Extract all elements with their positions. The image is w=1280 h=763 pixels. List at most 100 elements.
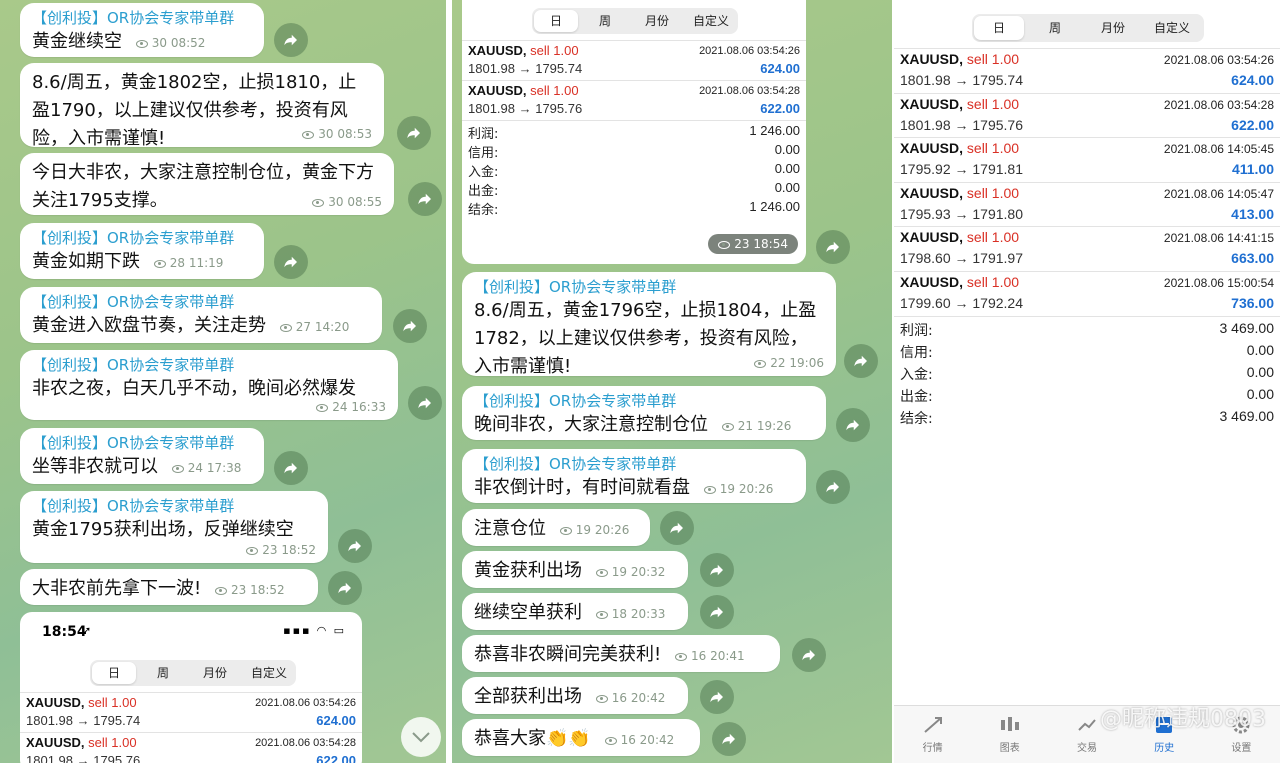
forward-icon[interactable] [328,571,362,605]
message-bubble[interactable]: 8.6/周五，黄金1802空，止损1810，止盈1790，以上建议仅供参考，投资… [20,63,384,149]
summary-row: 出金: 0.00 [900,386,1274,405]
tab-custom[interactable]: 自定义 [684,8,738,34]
forward-icon[interactable] [397,116,431,150]
tab-week[interactable]: 周 [1026,14,1084,42]
message-bubble[interactable]: 【创利投】OR协会专家带单群 8.6/周五，黄金1796空，止损1804，止盈1… [462,272,836,377]
forward-icon[interactable] [393,309,427,343]
period-tabs[interactable]: 日 周 月份 自定义 [532,8,738,34]
message-text: 注意仓位 [474,518,546,539]
trade-row[interactable]: XAUUSD, sell 1.00 2021.08.06 15:00:54 1799… [894,270,1280,315]
message-bubble[interactable]: 全部获利出场 16 20:42 [462,677,688,714]
forward-icon[interactable] [792,638,826,672]
trade-date: 2021.08.06 03:54:26 [699,45,800,57]
tab-day[interactable]: 日 [92,662,136,684]
views-eye-icon [595,610,608,619]
tab-month[interactable]: 月份 [630,8,684,34]
trade-row[interactable]: XAUUSD, sell 1.00 2021.08.06 03:54:28 1801… [894,92,1280,137]
forward-icon[interactable] [660,511,694,545]
forward-icon[interactable] [274,23,308,57]
trade-row[interactable]: XAUUSD, sell 1.00 2021.08.06 14:41:15 1798… [894,226,1280,270]
message-bubble[interactable]: 黄金获利出场 19 20:32 [462,551,688,588]
views-pill: 23 18:54 [708,234,798,254]
message-text: 恭喜非农瞬间完美获利! [474,644,662,665]
message-bubble[interactable]: 【创利投】OR协会专家带单群 黄金继续空 30 08:52 [20,3,264,57]
left-chat-panel[interactable]: 【创利投】OR协会专家带单群 黄金继续空 30 08:52 8.6/周五，黄金1… [0,0,446,763]
forward-icon[interactable] [700,680,734,714]
nav-quotes[interactable]: 行情 [894,706,971,763]
trade-row[interactable]: XAUUSD, sell 1.00 2021.08.06 03:54:26 18… [462,40,806,80]
message-bubble[interactable]: 继续空单获利 18 20:33 [462,593,688,630]
message-meta: 21 19:26 [721,412,791,440]
views-eye-icon [246,546,259,555]
sender-name: 【创利投】OR协会专家带单群 [32,229,235,247]
forward-icon[interactable] [712,722,746,756]
message-bubble[interactable]: 【创利投】OR协会专家带单群 非农之夜，白天几乎不动，晚间必然爆发 24 16:… [20,350,398,420]
summary-row: 利润: 3 469.00 [900,320,1274,339]
forward-icon[interactable] [836,408,870,442]
trade-profit: 622.00 [760,101,800,116]
trade-profit: 411.00 [1231,161,1274,177]
trade-row[interactable]: XAUUSD, sell 1.00 2021.08.06 14:05:47 1795… [894,181,1280,226]
message-bubble[interactable]: 【创利投】OR协会专家带单群 非农倒计时，有时间就看盘 19 20:26 [462,449,806,503]
tab-month[interactable]: 月份 [1084,14,1142,42]
forward-icon[interactable] [408,182,442,216]
summary-row: 出金: 0.00 [468,180,800,199]
message-bubble[interactable]: 恭喜大家👏👏 16 20:42 [462,719,700,756]
trade-profit: 624.00 [1231,72,1274,88]
message-bubble[interactable]: 大非农前先拿下一波! 23 18:52 [20,569,318,605]
tab-day[interactable]: 日 [974,16,1024,40]
message-bubble[interactable]: 恭喜非农瞬间完美获利! 16 20:41 [462,635,780,672]
views-eye-icon [559,526,572,535]
message-bubble[interactable]: 【创利投】OR协会专家带单群 坐等非农就可以 24 17:38 [20,428,264,484]
trade-row[interactable]: XAUUSD, sell 1.00 2021.08.06 03:54:28 18… [462,80,806,120]
views-eye-icon [135,39,148,48]
forward-icon[interactable] [338,529,372,563]
trade-row[interactable]: XAUUSD, sell 1.00 2021.08.06 03:54:28 18… [20,732,362,763]
forward-icon[interactable] [274,451,308,485]
views-eye-icon [674,652,687,661]
message-bubble[interactable]: 【创利投】OR协会专家带单群 晚间非农，大家注意控制仓位 21 19:26 [462,386,826,440]
middle-chat-panel[interactable]: 日 周 月份 自定义 XAUUSD, sell 1.00 2021.08.06 … [452,0,892,763]
forward-icon[interactable] [700,595,734,629]
views-eye-icon [171,464,184,473]
message-bubble[interactable]: 注意仓位 19 20:26 [462,509,650,546]
trade-history-screenshot[interactable]: 18:54 ➚ ▪▪▪ ◠ ▭ 日 周 月份 自定义 XAUUSD, sell … [20,612,362,763]
trade-profit: 622.00 [1231,116,1274,133]
tab-custom[interactable]: 自定义 [1142,14,1202,42]
message-meta: 22 19:06 [754,356,824,370]
scroll-down-button[interactable] [401,717,441,757]
trade-icon [1078,719,1096,731]
trade-date: 2021.08.06 03:54:26 [1163,53,1274,67]
trade-prices: 1801.98 → 1795.74 [900,72,1023,88]
message-bubble[interactable]: 【创利投】OR协会专家带单群 黄金如期下跌 28 11:19 [20,223,264,279]
summary-row: 入金: 0.00 [468,161,800,180]
forward-icon[interactable] [274,245,308,279]
message-bubble[interactable]: 【创利投】OR协会专家带单群 黄金进入欧盘节奏，关注走势 27 14:20 [20,287,382,343]
period-tabs[interactable]: 日 周 月份 自定义 [90,660,296,686]
trade-row[interactable]: XAUUSD, sell 1.00 2021.08.06 14:05:45 1795… [894,137,1280,181]
message-text: 黄金获利出场 [474,560,582,581]
nav-chart[interactable]: 图表 [971,706,1048,763]
forward-icon[interactable] [844,344,878,378]
status-time: 18:54 [42,624,87,640]
trade-history-screenshot[interactable]: 日 周 月份 自定义 XAUUSD, sell 1.00 2021.08.06 … [462,0,806,264]
message-bubble[interactable]: 【创利投】OR协会专家带单群 黄金1795获利出场，反弹继续空 23 18:52 [20,491,328,563]
tab-week[interactable]: 周 [138,660,188,686]
forward-icon[interactable] [408,386,442,420]
tab-custom[interactable]: 自定义 [242,660,296,686]
trade-row[interactable]: XAUUSD, sell 1.00 2021.08.06 03:54:26 1801… [894,48,1280,92]
tab-week[interactable]: 周 [580,8,630,34]
quotes-icon [923,717,942,733]
message-text: 非农倒计时，有时间就看盘 [474,477,690,498]
forward-icon[interactable] [816,470,850,504]
forward-icon[interactable] [816,230,850,264]
tab-day[interactable]: 日 [534,10,578,32]
tab-month[interactable]: 月份 [188,660,242,686]
trade-history-app[interactable]: 日 周 月份 自定义 XAUUSD, sell 1.00 2021.08.06 0… [894,0,1280,763]
trade-row[interactable]: XAUUSD, sell 1.00 2021.08.06 03:54:26 18… [20,692,362,732]
forward-icon[interactable] [700,553,734,587]
trade-profit: 413.00 [1231,205,1274,222]
message-meta: 23 18:52 [246,543,316,557]
period-tabs[interactable]: 日 周 月份 自定义 [972,14,1204,42]
message-bubble[interactable]: 今日大非农，大家注意控制仓位，黄金下方关注1795支撑。 30 08:55 [20,153,394,215]
